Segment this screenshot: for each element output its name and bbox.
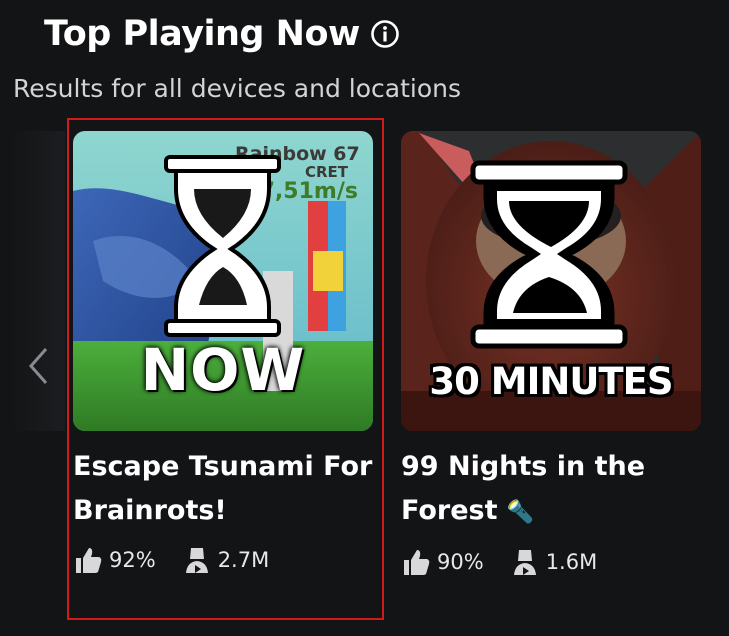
rating-stat: 90% <box>401 547 484 577</box>
game-card-escape-tsunami[interactable]: Rainbow 67 CRET $67,51m/s NOW Escape Tsu… <box>73 131 373 575</box>
game-stats: 92% 2.7M <box>73 545 373 575</box>
game-stats: 90% 1.6M <box>401 547 701 577</box>
info-icon[interactable] <box>370 19 400 49</box>
thumbs-up-icon <box>404 550 430 575</box>
players-stat: 2.7M <box>182 545 270 575</box>
overlay-label: NOW <box>140 336 306 404</box>
game-thumbnail[interactable]: 30 MINUTES <box>401 131 701 431</box>
game-thumbnail[interactable]: Rainbow 67 CRET $67,51m/s NOW <box>73 131 373 431</box>
game-title[interactable]: Escape Tsunami For Brainrots! <box>73 445 373 533</box>
game-card-99-nights[interactable]: 30 MINUTES 99 Nights in the Forest 🔦 90%… <box>401 131 701 577</box>
carousel-prev-area[interactable] <box>14 131 65 431</box>
game-title[interactable]: 99 Nights in the Forest 🔦 <box>401 445 701 535</box>
rating-value: 90% <box>437 550 484 574</box>
thumbs-up-icon <box>76 548 102 573</box>
section-title[interactable]: Top Playing Now <box>44 14 360 54</box>
chevron-left-icon[interactable] <box>26 346 52 386</box>
player-icon <box>185 548 208 573</box>
players-stat: 1.6M <box>510 547 598 577</box>
players-value: 2.7M <box>217 548 270 572</box>
section-header: Top Playing Now <box>44 14 400 54</box>
section-subtitle: Results for all devices and locations <box>13 74 461 103</box>
flashlight-emoji: 🔦 <box>506 500 535 525</box>
player-icon <box>513 550 536 575</box>
players-value: 1.6M <box>545 550 598 574</box>
rating-stat: 92% <box>73 545 156 575</box>
rating-value: 92% <box>109 548 156 572</box>
overlay-label: 30 MINUTES <box>429 360 673 403</box>
